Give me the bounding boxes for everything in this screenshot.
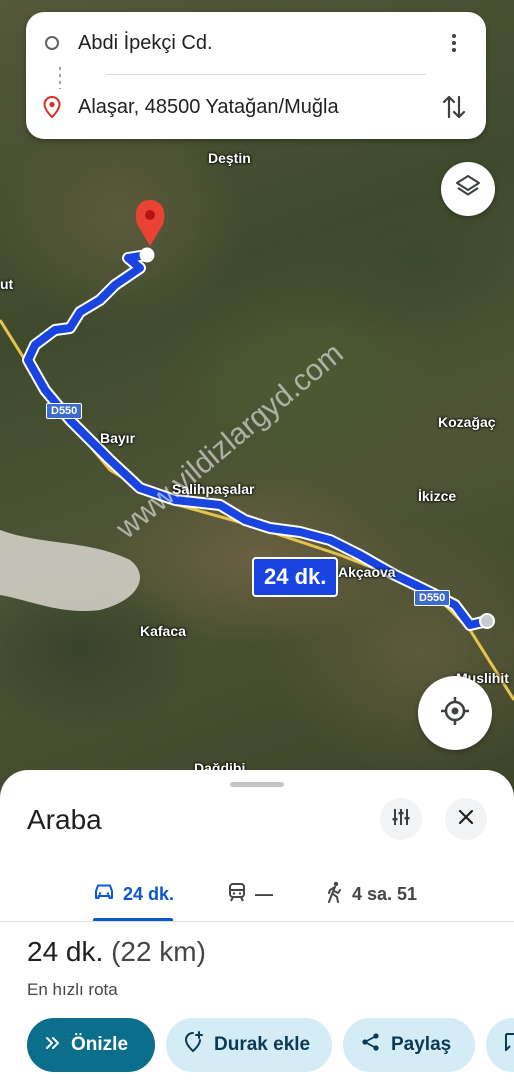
tab-walk-label: 4 sa. 51 [352,883,418,904]
route-time-chip[interactable]: 24 dk. [252,557,339,597]
add-location-icon [184,1031,204,1059]
preview-button[interactable]: Önizle [27,1018,155,1072]
tune-icon [390,806,412,833]
travel-mode-tabs: 24 dk. — 4 sa. 51 [0,866,514,922]
active-tab-indicator [93,918,173,921]
destination-field[interactable]: Alaşar, 48500 Yatağan/Muğla [78,96,436,119]
place-label: İkizce [418,488,457,504]
destination-row[interactable]: Alaşar, 48500 Yatağan/Muğla [26,82,486,132]
destination-pin-icon [135,200,165,246]
walk-icon [326,881,344,908]
road-badge: D550 [46,403,83,419]
origin-circle-icon [26,36,78,50]
layers-icon [454,173,482,206]
directions-card: Abdi İpekçi Cd. Alaşar, 48500 Yatağan/Mu… [26,12,486,139]
options-button[interactable] [380,798,422,840]
my-location-button[interactable] [418,676,492,750]
start-point [479,613,495,629]
more-vert-icon[interactable] [436,34,472,52]
highway-line [0,319,514,701]
directions-sheet: Araba 24 dk. — 4 sa. 51 24 dk. (22 km) E… [0,770,514,1080]
tab-walk[interactable]: 4 sa. 51 [326,866,417,922]
place-label: ut [0,276,14,292]
share-icon [361,1032,381,1058]
tab-transit[interactable]: — [227,866,273,922]
route-summary: 24 dk. (22 km) [27,936,206,968]
destination-dot [139,247,155,263]
sheet-title: Araba [27,804,102,835]
add-stop-label: Durak ekle [214,1034,311,1055]
origin-row[interactable]: Abdi İpekçi Cd. [26,18,486,68]
close-icon [458,809,474,830]
tab-transit-label: — [255,883,273,904]
tab-car[interactable]: 24 dk. [93,866,174,922]
share-label: Paylaş [391,1034,452,1055]
place-label: Bayır [100,430,136,446]
add-stop-button[interactable]: Durak ekle [166,1018,332,1072]
place-label: Deştin [208,150,251,166]
divider [106,74,426,75]
swap-icon[interactable] [436,93,472,121]
pin-outline-icon [26,96,78,118]
place-label: Kafaca [140,623,186,639]
train-icon [227,882,247,907]
my-location-icon [439,695,471,732]
close-button[interactable] [445,798,487,840]
layers-button[interactable] [441,162,495,216]
preview-label: Önizle [71,1034,129,1055]
double-chevron-icon [45,1034,61,1056]
car-icon [93,883,115,906]
route-note: En hızlı rota [27,980,118,999]
road-badge: D550 [414,590,451,606]
route-distance: (22 km) [111,936,206,967]
place-label: Kozağaç [438,414,496,430]
tab-car-label: 24 dk. [123,883,175,904]
place-label: Akçaova [338,564,396,580]
share-button[interactable]: Paylaş [343,1018,475,1072]
origin-field[interactable]: Abdi İpekçi Cd. [78,32,436,55]
save-icon [504,1033,514,1057]
more-actions-button[interactable] [486,1018,514,1072]
route-duration: 24 dk. [27,936,104,967]
drag-handle[interactable] [230,782,284,787]
quarry-area [0,530,140,612]
